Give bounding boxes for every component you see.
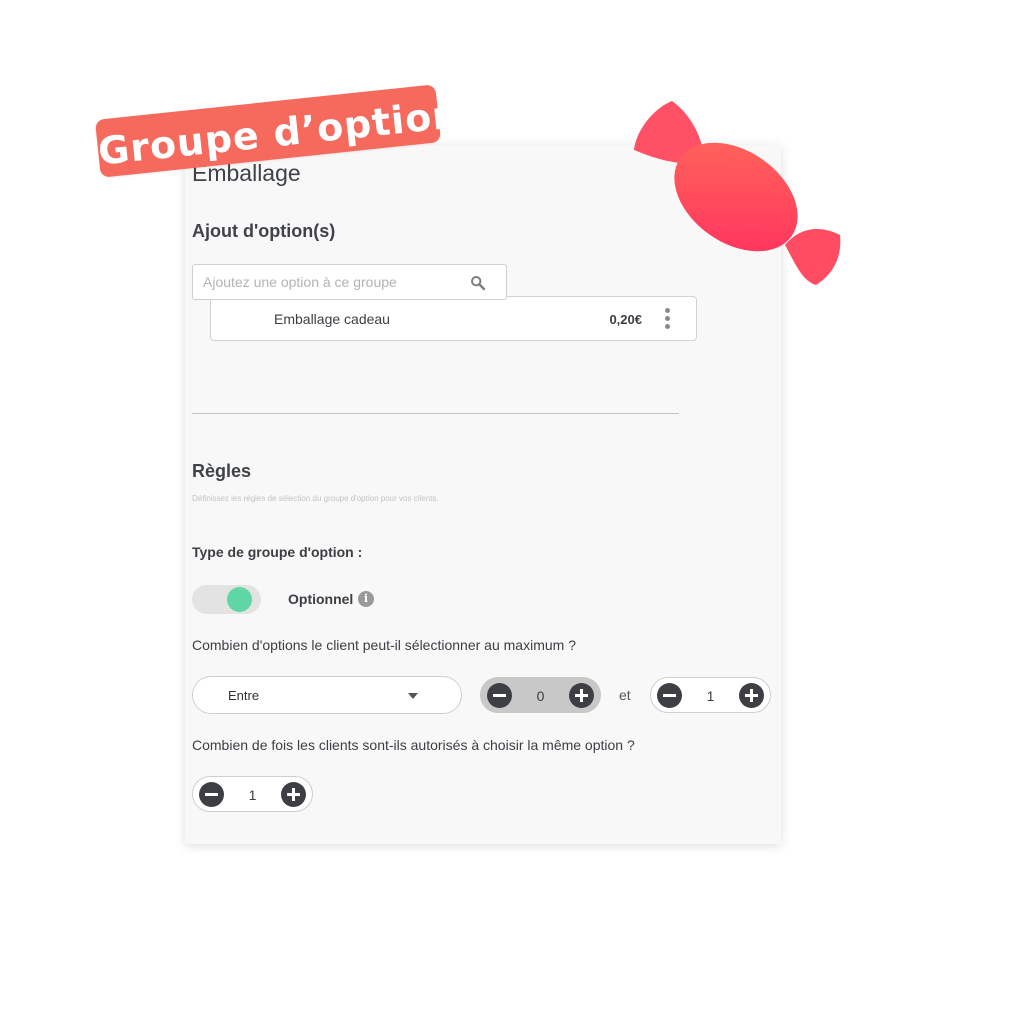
add-options-title: Ajout d'option(s)	[192, 221, 336, 241]
section-divider	[192, 413, 679, 414]
repeat-value[interactable]: 1	[228, 787, 277, 803]
search-icon[interactable]	[470, 275, 486, 291]
optional-label: Optionnel	[288, 591, 354, 607]
toggle-knob	[227, 587, 252, 612]
range-mode-value: Entre	[228, 688, 260, 703]
minus-icon[interactable]	[487, 683, 512, 708]
repeat-question: Combien de fois les clients sont-ils aut…	[192, 737, 635, 753]
caret-down-icon	[408, 693, 418, 699]
option-price: 0,20€	[609, 312, 642, 327]
candy-illustration	[634, 101, 841, 285]
optional-toggle[interactable]	[192, 585, 261, 614]
group-type-label: Type de groupe d'option :	[192, 544, 363, 560]
minus-icon[interactable]	[199, 782, 224, 807]
rules-hint: Définissez les règles de sélection du gr…	[192, 494, 439, 503]
option-search-input[interactable]	[193, 265, 483, 299]
min-value[interactable]: 0	[516, 688, 565, 704]
max-selection-question: Combien d'options le client peut-il séle…	[192, 637, 576, 653]
range-mode-select[interactable]: Entre	[192, 676, 462, 714]
max-stepper: 1	[650, 677, 771, 713]
more-options-icon[interactable]	[664, 308, 670, 330]
min-stepper: 0	[480, 677, 601, 713]
option-item[interactable]: Emballage cadeau 0,20€	[210, 296, 697, 341]
rules-title: Règles	[192, 461, 252, 481]
plus-icon[interactable]	[569, 683, 594, 708]
option-search	[192, 264, 507, 300]
plus-icon[interactable]	[281, 782, 306, 807]
info-icon[interactable]: i	[358, 591, 374, 607]
and-label: et	[619, 687, 631, 703]
option-name: Emballage cadeau	[274, 311, 390, 327]
repeat-stepper: 1	[192, 776, 313, 812]
max-value[interactable]: 1	[686, 688, 735, 704]
plus-icon[interactable]	[739, 683, 764, 708]
minus-icon[interactable]	[657, 683, 682, 708]
